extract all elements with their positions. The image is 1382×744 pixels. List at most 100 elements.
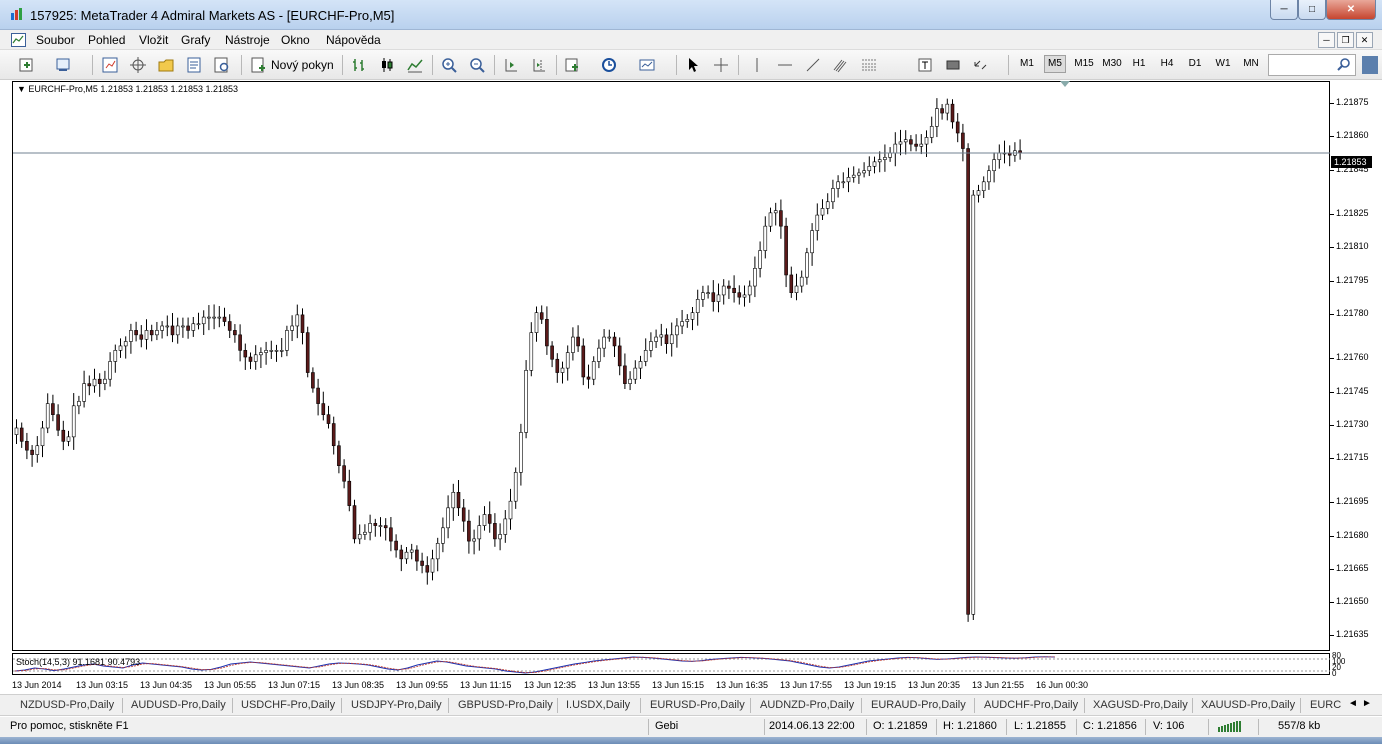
equidistant-channel-icon[interactable] (832, 56, 850, 74)
maximize-button[interactable]: □ (1298, 0, 1326, 20)
candle-body (30, 449, 34, 455)
menu-napoveda[interactable]: Nápověda (326, 33, 381, 47)
candle-body (555, 358, 560, 373)
periods-clock-icon[interactable] (600, 56, 618, 74)
tab-audchf[interactable]: AUDCHF-Pro,Daily (984, 699, 1078, 711)
connection-status-icon[interactable] (1218, 721, 1244, 732)
menu-grafy[interactable]: Grafy (181, 33, 210, 47)
timeframe-h1[interactable]: H1 (1128, 58, 1150, 69)
price-tick (1330, 313, 1334, 315)
candle-body (498, 534, 502, 540)
templates-icon[interactable] (638, 56, 656, 74)
arrows-icon[interactable] (972, 56, 990, 74)
trendline-icon[interactable] (804, 56, 822, 74)
candle (441, 517, 445, 553)
crosshair-icon[interactable] (712, 56, 730, 74)
tab-eurusd[interactable]: EURUSD-Pro,Daily (650, 699, 745, 711)
candle (331, 416, 336, 455)
community-icon[interactable] (1362, 56, 1378, 74)
stochastic-indicator-panel[interactable] (12, 653, 1331, 675)
close-button[interactable]: ✕ (1326, 0, 1376, 20)
timeframe-h4[interactable]: H4 (1156, 58, 1178, 69)
candle-body (701, 292, 705, 300)
candle-body (669, 334, 674, 345)
tab-xauusd[interactable]: XAUUSD-Pro,Daily (1201, 699, 1295, 711)
candle (565, 345, 570, 381)
timeframe-m1[interactable]: M1 (1016, 58, 1038, 69)
navigator-folder-icon[interactable] (157, 56, 175, 74)
toolbar-separator (432, 55, 433, 75)
timeframe-m5[interactable]: M5 (1044, 55, 1066, 73)
menu-nastroje[interactable]: Nástroje (225, 33, 270, 47)
price-label: 1.21695 (1336, 496, 1369, 507)
strategy-tester-icon[interactable] (213, 56, 231, 74)
rectangle-shape-icon[interactable] (944, 56, 962, 74)
mdi-close-button[interactable]: ✕ (1356, 32, 1373, 48)
new-order-icon[interactable] (250, 56, 268, 74)
chart-shift-icon[interactable] (530, 56, 548, 74)
auto-scroll-icon[interactable] (502, 56, 520, 74)
tab-audusd[interactable]: AUDUSD-Pro,Daily (131, 699, 226, 711)
status-separator (648, 719, 649, 735)
main-chart-panel[interactable] (12, 81, 1331, 652)
minimize-button[interactable]: ─ (1270, 0, 1298, 20)
menu-okno[interactable]: Okno (281, 33, 310, 47)
bar-chart-icon[interactable] (350, 56, 368, 74)
tab-usdx[interactable]: I.USDX,Daily (566, 699, 630, 711)
candlestick-chart-icon[interactable] (378, 56, 396, 74)
candle (898, 129, 903, 156)
candle-body (45, 403, 50, 429)
time-label: 13 Jun 21:55 (972, 680, 1025, 690)
price-tick (1330, 635, 1334, 637)
timeframe-mn[interactable]: MN (1240, 58, 1262, 69)
candle (487, 501, 492, 533)
timeframe-m30[interactable]: M30 (1100, 58, 1124, 69)
line-chart-icon[interactable] (406, 56, 424, 74)
candlestick-chart[interactable] (13, 82, 1331, 652)
tab-scroll-right-icon[interactable]: ► (1362, 698, 1372, 709)
candle (321, 391, 326, 421)
timeframe-m15[interactable]: M15 (1072, 58, 1096, 69)
tab-nzdusd[interactable]: NZDUSD-Pro,Daily (20, 699, 114, 711)
zoom-in-icon[interactable] (440, 56, 458, 74)
indicators-icon[interactable] (564, 56, 582, 74)
candle (383, 518, 388, 541)
candle (919, 134, 924, 155)
search-icon[interactable] (1336, 57, 1352, 73)
menu-soubor[interactable]: Soubor (36, 33, 75, 47)
candle-body (425, 565, 430, 573)
candle (841, 172, 846, 189)
timeframe-w1[interactable]: W1 (1212, 58, 1234, 69)
candle (508, 488, 513, 530)
tab-eurc[interactable]: EURC (1310, 699, 1341, 711)
new-chart-icon[interactable] (18, 56, 36, 74)
status-volume: V: 106 (1153, 720, 1185, 732)
cursor-icon[interactable] (684, 56, 702, 74)
tab-euraud[interactable]: EURAUD-Pro,Daily (871, 699, 966, 711)
menu-pohled[interactable]: Pohled (88, 33, 125, 47)
status-profile[interactable]: Gebi (655, 720, 678, 732)
mdi-minimize-button[interactable]: ─ (1318, 32, 1335, 48)
market-watch-icon[interactable] (101, 56, 119, 74)
timeframe-d1[interactable]: D1 (1184, 58, 1206, 69)
profiles-icon[interactable] (55, 56, 73, 74)
tab-gbpusd[interactable]: GBPUSD-Pro,Daily (458, 699, 553, 711)
chart-window-icon[interactable] (11, 33, 26, 47)
mdi-restore-button[interactable]: ❐ (1337, 32, 1354, 48)
tab-audnzd[interactable]: AUDNZD-Pro,Daily (760, 699, 854, 711)
chart-shift-marker-icon[interactable] (1060, 81, 1070, 87)
horizontal-line-icon[interactable] (776, 56, 794, 74)
menu-vlozit[interactable]: Vložit (139, 33, 168, 47)
tab-scroll-left-icon[interactable]: ◄ (1348, 698, 1358, 709)
new-order-button[interactable]: Nový pokyn (271, 58, 334, 72)
tab-usdjpy[interactable]: USDJPY-Pro,Daily (351, 699, 442, 711)
vertical-line-icon[interactable] (748, 56, 766, 74)
terminal-icon[interactable] (185, 56, 203, 74)
tab-xagusd[interactable]: XAGUSD-Pro,Daily (1093, 699, 1188, 711)
zoom-out-icon[interactable] (468, 56, 486, 74)
text-label-icon[interactable] (916, 56, 934, 74)
fibonacci-icon[interactable] (860, 56, 878, 74)
tab-usdchf[interactable]: USDCHF-Pro,Daily (241, 699, 335, 711)
candle-body (25, 440, 29, 451)
crosshair-navigator-icon[interactable] (129, 56, 147, 74)
